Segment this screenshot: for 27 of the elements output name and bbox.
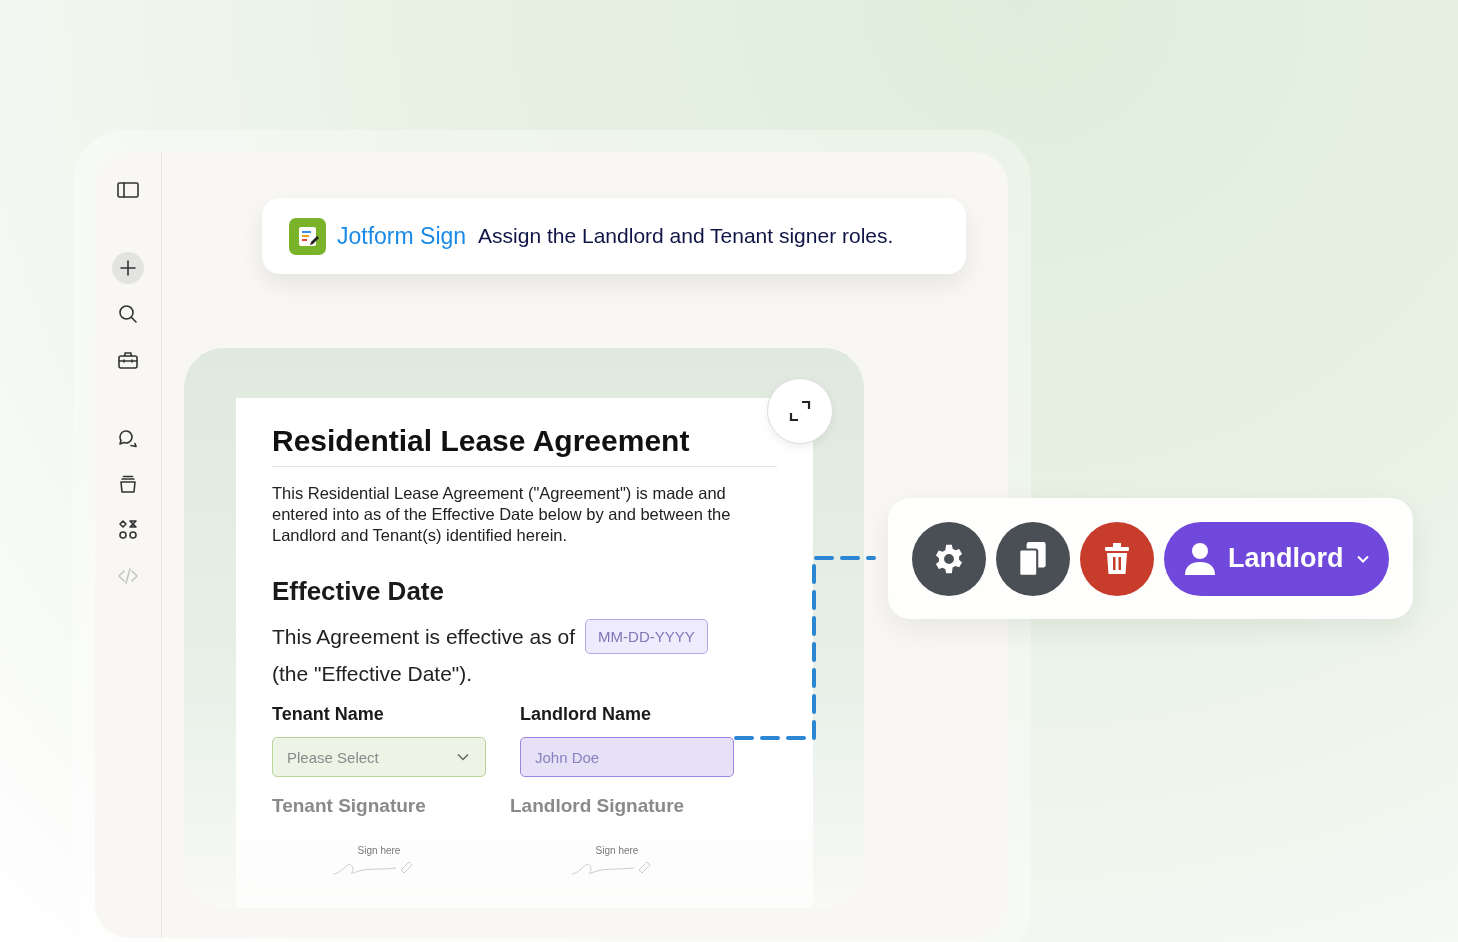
intro-paragraph: This Residential Lease Agreement ("Agreement") is made and entered into as of the Effective Date below by and between the Landlord and Tenant(s) identified herein. xyxy=(272,483,732,546)
signature-box[interactable]: Sign here xyxy=(510,833,724,889)
signature-label: Landlord Signature xyxy=(510,795,686,817)
person-icon xyxy=(1184,541,1216,576)
date-field[interactable]: MM-DD-YYYY xyxy=(585,619,708,654)
sidebar-button[interactable] xyxy=(112,252,144,284)
field-label: Tenant Name xyxy=(272,704,385,725)
dropdown-field[interactable]: Please Select xyxy=(272,737,486,777)
banner-message: Assign the Landlord and Tenant signer roles. xyxy=(478,224,894,248)
brand-name: Jotform Sign xyxy=(337,222,467,250)
effective-text: (the "Effective Date"). xyxy=(272,662,474,686)
section-heading: Effective Date xyxy=(272,576,445,607)
signature-hint: Sign here xyxy=(357,844,401,856)
search-icon xyxy=(116,302,140,326)
signature-hint: Sign here xyxy=(595,844,639,856)
role-dropdown[interactable]: Landlord xyxy=(1164,521,1389,596)
document-logo-icon xyxy=(289,217,326,255)
effective-text: This Agreement is effective as of xyxy=(272,624,576,649)
chevron-down-icon xyxy=(457,753,469,761)
expand-icon xyxy=(787,398,813,424)
field-label: Landlord Name xyxy=(520,704,653,725)
trash-icon xyxy=(1104,541,1130,576)
signature-box[interactable]: Sign here xyxy=(272,833,486,889)
signature-label: Tenant Signature xyxy=(272,795,427,817)
input-field[interactable]: John Doe xyxy=(520,737,734,777)
shapes-icon xyxy=(116,518,140,542)
chevron-down-icon xyxy=(1357,554,1369,563)
